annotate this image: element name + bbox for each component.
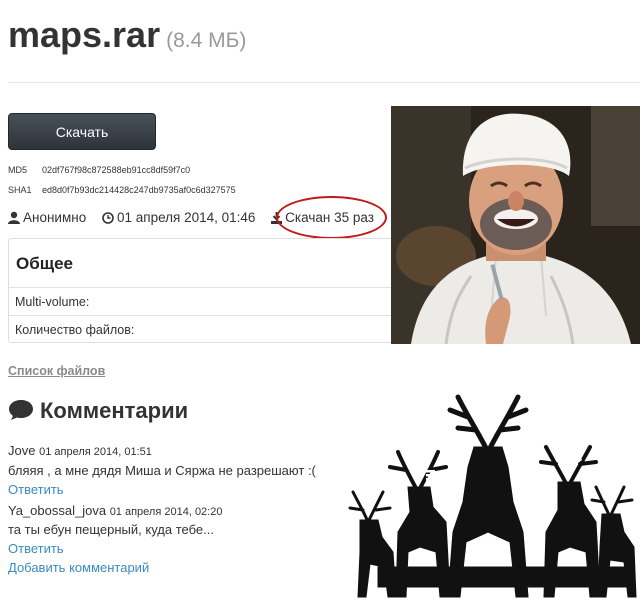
file-size: (8.4 МБ) — [166, 29, 247, 52]
reply-link[interactable]: Ответить — [8, 541, 64, 556]
comment-date: 01 апреля 2014, 01:51 — [39, 446, 152, 458]
deer-silhouettes-image — [338, 392, 640, 600]
md5-label: MD5 — [8, 165, 28, 175]
comment-text: бляяя , а мне дядя Миша и Сяржа не разре… — [8, 463, 316, 478]
download-button[interactable]: Скачать — [8, 113, 156, 150]
user-icon — [8, 211, 20, 224]
file-list-link[interactable]: Список файлов — [8, 364, 105, 378]
comment-author: Ya_obossal_jova — [8, 503, 107, 518]
reply-link[interactable]: Ответить — [8, 482, 64, 497]
author-item: Анонимно — [8, 210, 86, 225]
date-item: 01 апреля 2014, 01:46 — [102, 210, 255, 225]
md5-row: MD5 02df767f98c872588eb91cc8df59f7c0 — [8, 165, 190, 175]
page-title: maps.rar (8.4 МБ) — [8, 14, 246, 56]
upload-date: 01 апреля 2014, 01:46 — [116, 210, 256, 225]
file-name: maps.rar — [8, 14, 161, 55]
comment-date: 01 апреля 2014, 02:20 — [109, 506, 223, 518]
comment-header: Jove 01 апреля 2014, 01:51 — [8, 443, 152, 458]
clock-icon — [102, 212, 114, 224]
divider — [8, 82, 640, 83]
comment-header: Ya_obossal_jova 01 апреля 2014, 02:20 — [8, 503, 222, 518]
red-highlight-circle — [276, 196, 387, 239]
sha1-value: ed8d0f7b93dc214428c247db9735af0c6d327575 — [42, 185, 236, 195]
sha1-label: SHA1 — [8, 185, 32, 195]
author-name: Анонимно — [23, 210, 87, 225]
sha1-row: SHA1 ed8d0f7b93dc214428c247db9735af0c6d32… — [8, 185, 236, 195]
comment-text: та ты ебун пещерный, куда тебе... — [8, 522, 214, 537]
chef-photo — [391, 106, 640, 344]
comment-author: Jove — [8, 443, 36, 458]
comments-icon — [9, 400, 33, 420]
add-comment-link[interactable]: Добавить комментарий — [8, 560, 149, 575]
general-heading: Общее — [16, 254, 73, 273]
comments-heading: Комментарии — [8, 398, 188, 424]
md5-value: 02df767f98c872588eb91cc8df59f7c0 — [42, 165, 191, 175]
comments-title: Комментарии — [40, 398, 189, 423]
